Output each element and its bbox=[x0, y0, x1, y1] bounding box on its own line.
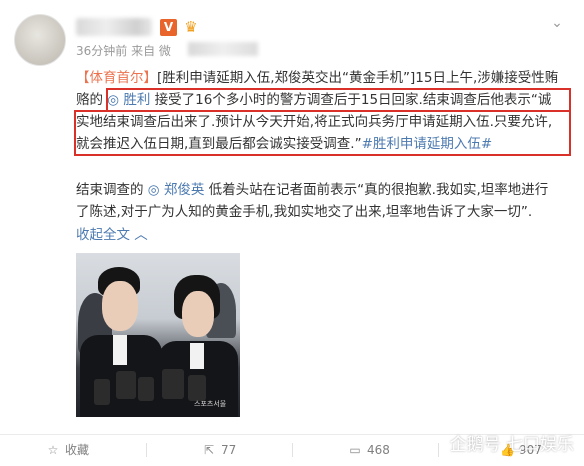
crown-icon: ♛ bbox=[184, 18, 198, 36]
collapse-link[interactable]: 收起全文 ︿ bbox=[76, 224, 148, 246]
paragraph2-line1-text: 低着头站在记者面前表示“真的很抱歉.我如实,坦率地进行 bbox=[208, 182, 549, 198]
post-meta: 36分钟前 来自 微 bbox=[76, 42, 171, 59]
favorite-label: 收藏 bbox=[65, 443, 90, 457]
collapse-label: 收起全文 bbox=[76, 227, 130, 243]
paragraph2-line1-prefix: 结束调查的 bbox=[76, 182, 144, 198]
mention-zhengjunying[interactable]: ◎ 郑俊英 bbox=[148, 182, 205, 198]
post-photo[interactable]: 스포츠서울 bbox=[76, 253, 240, 417]
microphone bbox=[138, 377, 154, 401]
verified-badge: V bbox=[160, 19, 177, 36]
action-separator bbox=[146, 443, 147, 457]
action-separator bbox=[292, 443, 293, 457]
comment-button[interactable]: ▭ 468 bbox=[348, 440, 390, 460]
source-blurred bbox=[188, 42, 258, 56]
comment-icon: ▭ bbox=[349, 443, 361, 457]
source-tag[interactable]: 【体育首尔】 bbox=[76, 70, 157, 86]
paragraph2-line1: 结束调查的 ◎ 郑俊英 低着头站在记者面前表示“真的很抱歉.我如实,坦率地进行 bbox=[76, 179, 548, 201]
favorite-button[interactable]: ☆ 收藏 bbox=[46, 440, 89, 460]
microphone bbox=[162, 369, 184, 399]
star-outline-icon: ☆ bbox=[47, 443, 59, 457]
paragraph1-line1-text: [胜利申请延期入伍,郑俊英交出“黄金手机”]15日上午,涉嫌接受性贿 bbox=[157, 70, 559, 86]
highlight-box bbox=[74, 110, 571, 156]
weibo-post: V ♛ 36分钟前 来自 微 ⌄ 【体育首尔】[胜利申请延期入伍,郑俊英交出“黄… bbox=[0, 0, 584, 466]
microphone bbox=[94, 379, 110, 405]
photo-watermark: 스포츠서울 bbox=[194, 400, 227, 408]
chevron-down-icon[interactable]: ⌄ bbox=[548, 14, 566, 32]
post-time[interactable]: 36分钟前 bbox=[76, 44, 127, 58]
person-left-face bbox=[102, 281, 138, 331]
username-blurred[interactable] bbox=[76, 18, 152, 36]
eye-icon: ◎ bbox=[147, 182, 160, 198]
mention-zhengjunying-label: 郑俊英 bbox=[163, 182, 205, 198]
microphone bbox=[188, 375, 206, 401]
action-separator bbox=[438, 443, 439, 457]
repost-count: 77 bbox=[221, 443, 237, 457]
paragraph1-line1: 【体育首尔】[胜利申请延期入伍,郑俊英交出“黄金手机”]15日上午,涉嫌接受性贿 bbox=[76, 67, 558, 89]
person-right-face bbox=[182, 291, 214, 337]
post-source: 来自 微 bbox=[131, 44, 171, 58]
repost-button[interactable]: ⇱ 77 bbox=[202, 440, 236, 460]
microphone bbox=[116, 371, 136, 399]
paragraph2-line2: 了陈述,对于广为人知的黄金手机,我如实地交了出来,坦率地告诉了大家一切”. bbox=[76, 204, 533, 220]
highlight-box-top bbox=[106, 88, 571, 112]
person-left-shirt bbox=[113, 335, 127, 365]
repost-icon: ⇱ bbox=[203, 443, 215, 457]
comment-count: 468 bbox=[367, 443, 390, 457]
footer-watermark: 企鹅号 七口娱乐 bbox=[449, 435, 574, 455]
person-right-shirt bbox=[190, 343, 204, 369]
paragraph1-line2-prefix: 赂的 bbox=[76, 92, 103, 108]
avatar[interactable] bbox=[14, 14, 66, 66]
chevron-up-icon: ︿ bbox=[134, 227, 148, 243]
